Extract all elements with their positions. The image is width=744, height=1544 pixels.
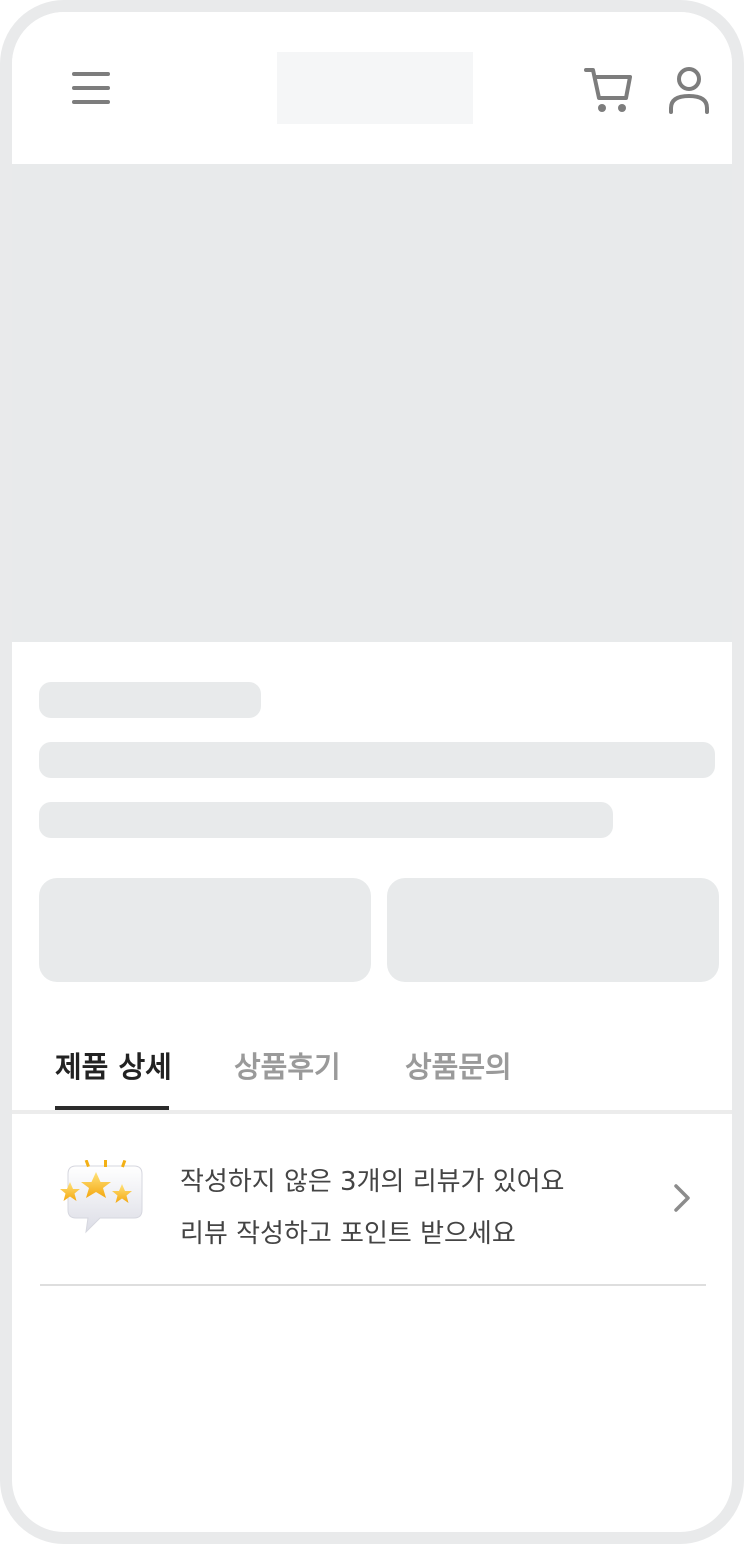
- skeleton-line-short: [39, 682, 261, 718]
- logo-placeholder: [277, 52, 473, 124]
- skeleton-line-medium: [39, 802, 613, 838]
- tab-label: 상품문의: [405, 1050, 512, 1084]
- chevron-right-icon: [670, 1180, 694, 1216]
- review-banner-line2: 리뷰 작성하고 포인트 받으세요: [180, 1219, 516, 1249]
- tab-product-detail[interactable]: 제품 상세: [55, 1044, 172, 1110]
- skeleton-button-left: [39, 878, 371, 982]
- review-banner-text: 작성하지 않은 3개의 리뷰가 있어요 리뷰 작성하고 포인트 받으세요: [180, 1156, 620, 1260]
- product-image-placeholder: [12, 164, 732, 642]
- review-stars-speech-bubble-icon: [56, 1159, 146, 1238]
- skeleton-line-long: [39, 742, 715, 778]
- tab-inquiries[interactable]: 상품문의: [405, 1044, 515, 1110]
- tab-label: 제품 상세: [55, 1050, 172, 1084]
- review-banner-line1: 작성하지 않은 3개의 리뷰가 있어요: [180, 1167, 565, 1197]
- skeleton-button-right: [387, 878, 719, 982]
- top-header: [12, 12, 732, 164]
- active-tab-indicator: [55, 1106, 169, 1110]
- user-icon[interactable]: [666, 66, 712, 114]
- app-screen: 제품 상세 상품후기 상품문의 작성하지 않은 3개의 리뷰가 있어요 리뷰 작…: [12, 12, 732, 1532]
- tab-label: 상품후기: [234, 1050, 341, 1084]
- cart-icon[interactable]: [582, 64, 634, 116]
- hamburger-menu-icon[interactable]: [72, 72, 110, 104]
- product-tabs: 제품 상세 상품후기 상품문의: [12, 1024, 732, 1114]
- pending-review-banner[interactable]: 작성하지 않은 3개의 리뷰가 있어요 리뷰 작성하고 포인트 받으세요: [40, 1132, 706, 1286]
- tab-reviews[interactable]: 상품후기: [234, 1044, 344, 1110]
- phone-frame: 제품 상세 상품후기 상품문의 작성하지 않은 3개의 리뷰가 있어요 리뷰 작…: [0, 0, 744, 1544]
